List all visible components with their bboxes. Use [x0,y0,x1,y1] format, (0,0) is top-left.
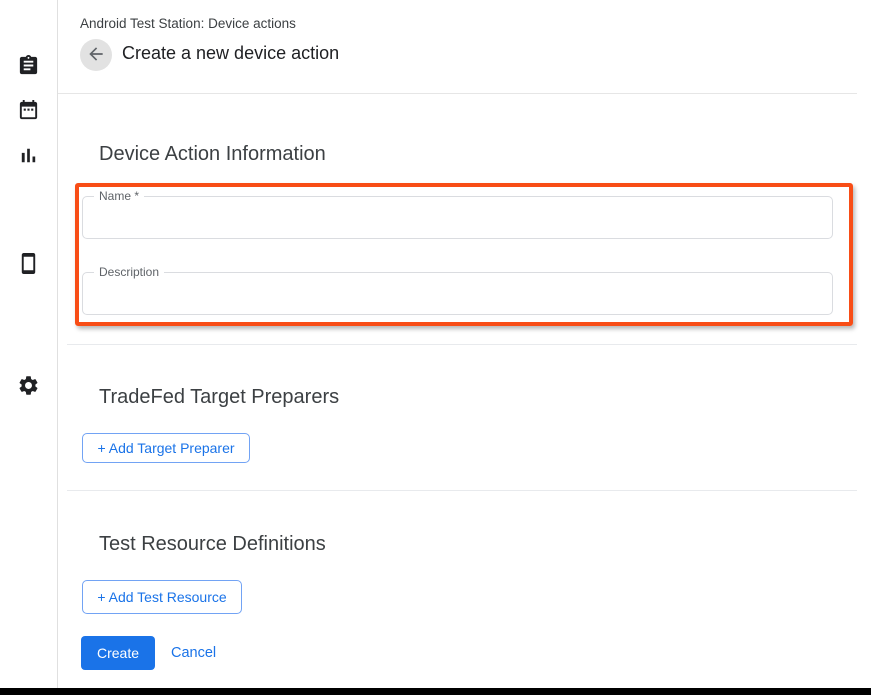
description-field-container: Description [82,272,833,315]
bar-chart-icon [17,144,40,172]
back-button[interactable] [80,39,112,71]
cancel-button[interactable]: Cancel [171,645,216,661]
name-input[interactable] [83,197,832,238]
name-field-container: Name * [82,196,833,239]
sidebar-item-bar-chart[interactable] [15,145,41,171]
sidebar [0,0,58,688]
section-divider [67,344,857,345]
arrow-back-icon [86,44,106,67]
section-heading-test-resources: Test Resource Definitions [99,533,326,556]
smartphone-icon [17,252,40,280]
calendar-icon [17,99,40,127]
add-test-resource-button[interactable]: + Add Test Resource [82,580,242,614]
description-input[interactable] [83,273,832,314]
sidebar-item-device[interactable] [15,253,41,279]
breadcrumb: Android Test Station: Device actions [80,16,296,31]
page-title: Create a new device action [122,43,339,64]
window-bottom-border [0,688,871,695]
description-field-label: Description [94,265,164,280]
header-divider [58,93,857,94]
create-button[interactable]: Create [81,636,155,670]
section-heading-device-action-info: Device Action Information [99,143,326,166]
sidebar-item-clipboard[interactable] [15,55,41,81]
sidebar-item-settings[interactable] [15,375,41,401]
gear-icon [17,374,40,402]
sidebar-item-calendar[interactable] [15,100,41,126]
add-target-preparer-button[interactable]: + Add Target Preparer [82,433,250,463]
section-divider [67,490,857,491]
name-field-label: Name * [94,189,144,204]
section-heading-target-preparers: TradeFed Target Preparers [99,386,339,409]
clipboard-icon [17,54,40,82]
